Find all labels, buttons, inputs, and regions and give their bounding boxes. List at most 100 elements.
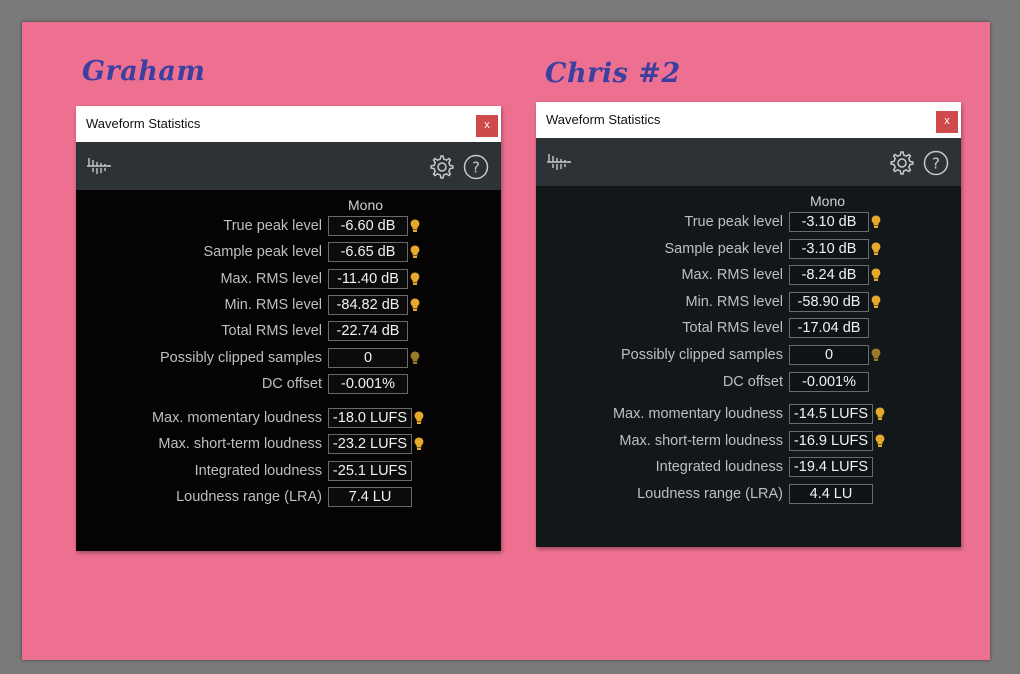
stat-label: True peak level [684,214,783,230]
help-icon[interactable]: ? [923,150,949,176]
stat-label: Sample peak level [664,240,784,257]
toolbar: ? [76,142,501,190]
stat-row: DC offset -0.001% [76,373,501,396]
lightbulb-icon[interactable] [871,348,881,362]
stat-row: Min. RMS level -84.82 dB [76,294,501,317]
stat-label: Integrated loudness [194,462,322,479]
close-button[interactable]: x [476,115,498,137]
lightbulb-icon[interactable] [410,351,420,365]
lightbulb-icon[interactable] [410,298,420,312]
svg-text:?: ? [932,155,940,173]
lightbulb-icon[interactable] [871,215,881,229]
stat-row: Max. momentary loudness -14.5 LUFS [536,404,961,426]
stat-row: Total RMS level -17.04 dB [536,318,961,340]
stat-value-field[interactable]: -19.4 LUFS [789,457,873,478]
column-header-mono: Mono [348,197,384,213]
lightbulb-icon[interactable] [414,411,424,425]
svg-text:?: ? [472,159,480,177]
lightbulb-icon[interactable] [410,245,420,259]
lightbulb-icon[interactable] [871,295,881,309]
stat-row: DC offset -0.001% [536,371,961,394]
stat-value-field[interactable]: -22.74 dB [328,321,408,342]
stat-value-field[interactable]: 4.4 LU [789,484,873,504]
stat-value-field[interactable]: -14.5 LUFS [789,404,873,425]
help-icon[interactable]: ? [463,154,489,180]
stat-label: Loudness range (LRA) [176,489,322,505]
stat-label: DC offset [722,373,783,390]
stat-value-field[interactable]: -11.40 dB [328,268,408,289]
waveform-icon [547,154,571,170]
stat-label: Total RMS level [221,323,322,340]
stat-value-field[interactable]: -18.0 LUFS [328,408,412,429]
statistics-panel: Mono True peak level -3.10 dB Sample peak … [536,186,961,547]
gear-icon[interactable] [429,154,455,180]
stat-row: Integrated loudness -19.4 LUFS [536,457,961,479]
stat-value-field[interactable]: -23.2 LUFS [328,434,412,455]
statistics-panel: Mono True peak level -6.60 dB Sample peak … [76,190,501,551]
waveform-statistics-window-chris: Waveform Statistics x ? Mono True peak l… [536,102,961,547]
stat-value-field[interactable]: 0 [328,347,408,368]
stat-row: Sample peak level -3.10 dB [536,238,961,261]
stat-value-field[interactable]: -6.60 dB [328,216,408,236]
stat-label: Max. momentary loudness [151,410,322,427]
close-button[interactable]: x [936,111,958,133]
stat-row: Max. short-term loudness -16.9 LUFS [536,430,961,453]
stat-value-field[interactable]: -6.65 dB [328,242,408,263]
lightbulb-icon[interactable] [875,434,885,448]
stat-label: Integrated loudness [655,459,783,476]
stat-value-field[interactable]: 0 [789,345,869,365]
stat-value-field[interactable]: -3.10 dB [789,212,869,232]
lightbulb-icon[interactable] [875,407,885,421]
stat-label: DC offset [261,375,322,392]
title-bar[interactable]: Waveform Statistics x [536,102,961,138]
window-title: Waveform Statistics [546,112,661,127]
stat-value-field[interactable]: -84.82 dB [328,294,408,315]
stat-label: True peak level [223,218,322,234]
waveform-statistics-window-graham: Waveform Statistics x ? Mono True peak l… [76,106,501,551]
stat-label: Loudness range (LRA) [637,486,783,502]
stat-row: Possibly clipped samples 0 [76,347,501,370]
stat-label: Max. short-term loudness [619,432,783,449]
stat-value-field[interactable]: 7.4 LU [328,487,412,507]
gear-icon[interactable] [889,150,915,176]
stat-row: Max. short-term loudness -23.2 LUFS [76,434,501,456]
stat-row: Total RMS level -22.74 dB [76,321,501,343]
stat-value-field[interactable]: -0.001% [789,371,869,392]
stat-row: Max. RMS level -8.24 dB [536,265,961,287]
stat-value-field[interactable]: -16.9 LUFS [789,430,873,451]
background-canvas: Graham Chris #2 Waveform Statistics x ? … [22,22,990,660]
stat-label: Possibly clipped samples [621,347,783,363]
stat-label: Max. RMS level [220,270,322,287]
stat-row: Max. RMS level -11.40 dB [76,268,501,291]
window-title: Waveform Statistics [86,116,201,131]
toolbar: ? [536,138,961,186]
stat-label: Min. RMS level [224,296,323,313]
lightbulb-icon[interactable] [871,268,881,282]
stat-value-field[interactable]: -17.04 dB [789,318,869,339]
lightbulb-icon[interactable] [414,437,424,451]
stat-row: True peak level -6.60 dB [76,216,501,238]
title-bar[interactable]: Waveform Statistics x [76,106,501,142]
waveform-icon [87,158,111,174]
stat-value-field[interactable]: -3.10 dB [789,238,869,259]
stat-row: True peak level -3.10 dB [536,212,961,234]
stat-row: Loudness range (LRA) 4.4 LU [536,484,961,506]
stat-label: Min. RMS level [685,293,784,310]
stat-row: Max. momentary loudness -18.0 LUFS [76,408,501,430]
stat-label: Max. short-term loudness [158,436,322,453]
stat-value-field[interactable]: -25.1 LUFS [328,460,412,481]
stat-row: Loudness range (LRA) 7.4 LU [76,487,501,509]
stat-label: Max. RMS level [681,267,783,284]
stat-label: Sample peak level [203,244,323,261]
stat-label: Total RMS level [682,320,783,337]
lightbulb-icon[interactable] [871,242,881,256]
lightbulb-icon[interactable] [410,219,420,233]
stat-label: Max. momentary loudness [612,406,783,423]
stat-value-field[interactable]: -58.90 dB [789,291,869,312]
stat-label: Possibly clipped samples [160,349,322,366]
lightbulb-icon[interactable] [410,272,420,286]
stat-row: Integrated loudness -25.1 LUFS [76,460,501,483]
stat-value-field[interactable]: -8.24 dB [789,265,869,286]
stat-row: Min. RMS level -58.90 dB [536,291,961,314]
stat-value-field[interactable]: -0.001% [328,373,408,394]
